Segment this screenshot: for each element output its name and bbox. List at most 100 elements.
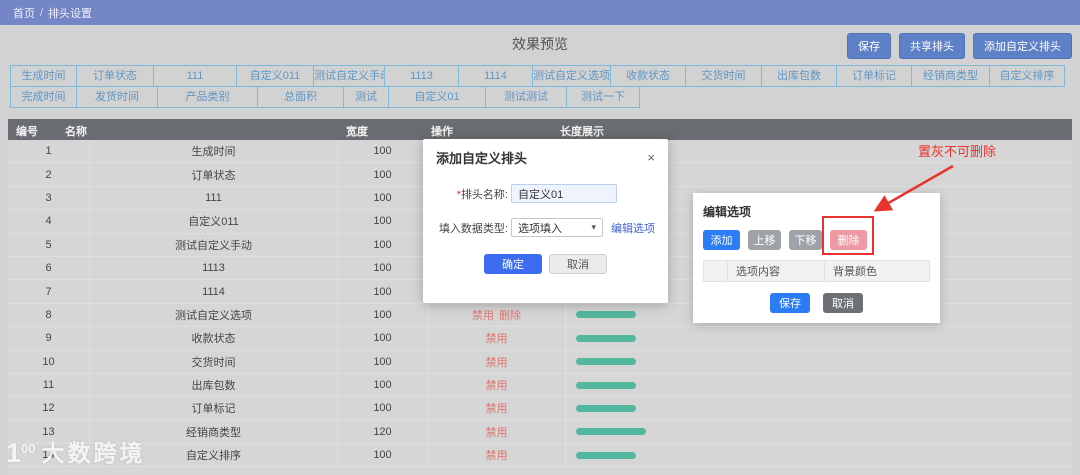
options-select-column <box>704 261 727 281</box>
col-header-length: 长度展示 <box>560 126 604 138</box>
length-bar <box>576 428 646 436</box>
edit-options-title: 编辑选项 <box>703 205 752 219</box>
confirm-button[interactable]: 确定 <box>484 254 542 274</box>
cell-width: 100 <box>338 444 428 467</box>
cell-no: 10 <box>8 350 90 373</box>
header-tag[interactable]: 测试 <box>343 86 389 108</box>
breadcrumb-current: 排头设置 <box>48 7 93 20</box>
add-custom-header-button[interactable]: 添加自定义排头 <box>973 33 1072 59</box>
table-row: 12 订单标记 100 禁用 <box>8 397 1072 421</box>
options-cancel-button[interactable]: 取消 <box>823 293 863 313</box>
length-bar <box>576 311 636 319</box>
cell-no: 14 <box>8 444 90 467</box>
header-tag[interactable]: 经销商类型 <box>911 65 990 87</box>
table-row-partial <box>8 467 1072 475</box>
header-tag[interactable]: 自定义011 <box>236 65 314 87</box>
cell-ops: 禁用 <box>428 350 566 373</box>
share-header-button[interactable]: 共享排头 <box>899 33 965 59</box>
cell-no: 1 <box>8 140 90 163</box>
header-tag[interactable]: 生成时间 <box>10 65 77 87</box>
cell-width: 100 <box>338 303 428 327</box>
data-type-selected-value: 选项填入 <box>518 222 562 235</box>
save-button[interactable]: 保存 <box>847 33 891 59</box>
length-bar <box>576 381 636 389</box>
row-action[interactable]: 禁用 <box>472 307 494 323</box>
cell-no: 6 <box>8 256 90 280</box>
cell-no: 4 <box>8 210 90 233</box>
row-action[interactable]: 禁用 <box>486 447 508 463</box>
cell-width: 100 <box>338 163 428 186</box>
option-move-up-button[interactable]: 上移 <box>748 230 781 250</box>
row-action[interactable]: 禁用 <box>486 354 508 370</box>
row-action[interactable]: 禁用 <box>486 330 508 346</box>
edit-options-link[interactable]: 编辑选项 <box>611 220 655 236</box>
row-action[interactable]: 禁用 <box>486 424 508 440</box>
toolbar: 保存 共享排头 添加自定义排头 <box>847 33 1072 59</box>
header-tag[interactable]: 111 <box>153 65 237 87</box>
cell-ops: 禁用 <box>428 373 566 397</box>
breadcrumb-separator: / <box>40 6 44 19</box>
cell-width: 100 <box>338 327 428 350</box>
table-row: 9 收款状态 100 禁用 <box>8 327 1072 351</box>
breadcrumb-home[interactable]: 首页 <box>13 5 35 21</box>
cell-width: 100 <box>338 256 428 280</box>
row-action[interactable]: 禁用 <box>486 377 508 393</box>
header-tag[interactable]: 出库包数 <box>761 65 837 87</box>
data-type-select[interactable]: 选项填入 ▾ <box>511 218 603 237</box>
row-action[interactable]: 禁用 <box>486 400 508 416</box>
options-table-header: 选项内容 背景颜色 <box>703 260 930 282</box>
header-tag[interactable]: 自定义01 <box>388 86 486 108</box>
cell-name: 自定义排序 <box>90 444 338 467</box>
header-tag[interactable]: 交货时间 <box>685 65 762 87</box>
header-tag[interactable]: 测试自定义手动 <box>313 65 385 87</box>
cell-width: 100 <box>338 186 428 210</box>
cell-width: 100 <box>338 210 428 233</box>
option-move-down-button[interactable]: 下移 <box>789 230 822 250</box>
header-tag[interactable]: 1113 <box>384 65 459 87</box>
cell-width: 100 <box>338 280 428 303</box>
cell-length <box>566 327 1072 349</box>
cell-ops: 禁用 <box>428 420 566 444</box>
row-action[interactable]: 删除 <box>499 307 521 323</box>
header-tag[interactable]: 完成时间 <box>10 86 77 108</box>
cell-no: 5 <box>8 233 90 256</box>
header-tag[interactable]: 收款状态 <box>610 65 686 87</box>
option-delete-button-disabled: 删除 <box>830 230 867 250</box>
cell-no: 3 <box>8 186 90 210</box>
cell-width: 100 <box>338 397 428 420</box>
cell-no: 13 <box>8 420 90 444</box>
cell-no: 7 <box>8 280 90 303</box>
cancel-button[interactable]: 取消 <box>549 254 607 274</box>
header-tag[interactable]: 产品类别 <box>157 86 258 108</box>
cell-ops: 禁用 <box>428 397 566 420</box>
type-field-label: 填入数据类型: <box>438 222 508 235</box>
header-tag[interactable]: 订单状态 <box>76 65 154 87</box>
length-bar <box>576 451 636 459</box>
cell-no: 11 <box>8 373 90 397</box>
cell-width: 100 <box>338 233 428 256</box>
options-bg-color-header: 背景颜色 <box>824 261 929 281</box>
length-bar <box>576 404 636 412</box>
header-tags: 生成时间 订单状态 111 自定义011 测试自定义手动 1113 1114 测试自定义选项收… <box>10 65 1065 108</box>
header-tag[interactable]: 订单标记 <box>836 65 912 87</box>
options-save-button[interactable]: 保存 <box>770 293 810 313</box>
header-name-input[interactable] <box>511 184 617 203</box>
header-tag[interactable]: 自定义排序 <box>989 65 1065 87</box>
header-tag[interactable]: 发货时间 <box>76 86 158 108</box>
name-field-label: *排头名称: <box>456 188 508 201</box>
modal-title: 添加自定义排头 <box>436 151 528 166</box>
table-row: 14 自定义排序 100 禁用 <box>8 444 1072 468</box>
cell-name: 自定义011 <box>90 210 338 233</box>
header-tag[interactable]: 测试一下 <box>566 86 640 108</box>
header-tag[interactable]: 总面积 <box>257 86 344 108</box>
header-tag[interactable]: 测试测试 <box>485 86 567 108</box>
cell-name: 收款状态 <box>90 327 338 350</box>
close-icon[interactable]: × <box>647 151 655 164</box>
add-custom-header-modal: 添加自定义排头 × *排头名称: 填入数据类型: 选项填入 ▾ 编辑选项 确定 … <box>423 139 668 303</box>
cell-no: 2 <box>8 163 90 186</box>
header-tag[interactable]: 1114 <box>458 65 533 87</box>
cell-no: 12 <box>8 397 90 420</box>
cell-width: 120 <box>338 420 428 444</box>
header-tag[interactable]: 测试自定义选项 <box>532 65 611 87</box>
option-add-button[interactable]: 添加 <box>703 230 740 250</box>
